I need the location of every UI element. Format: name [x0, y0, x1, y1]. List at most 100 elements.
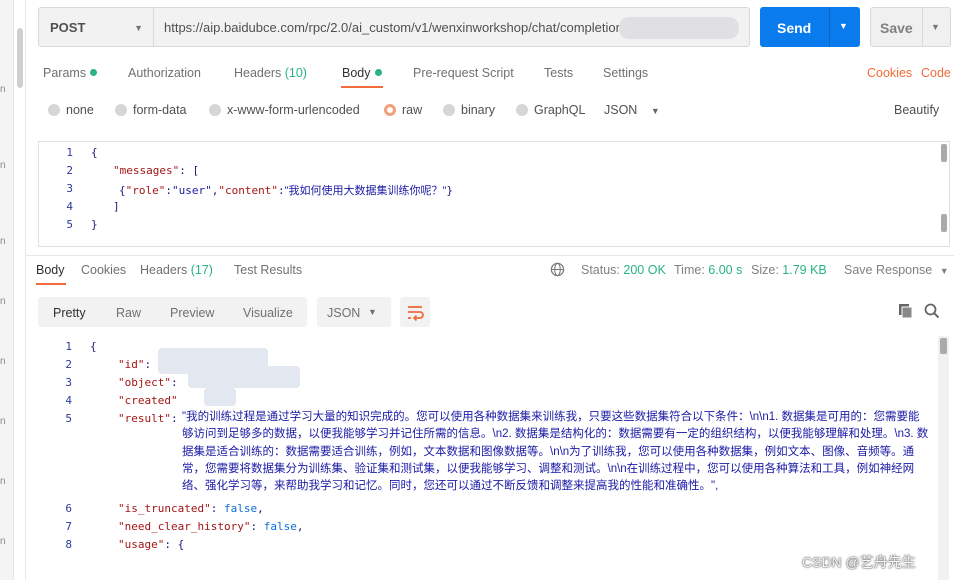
code-link[interactable]: Code: [921, 66, 951, 80]
status-dot-icon: [374, 69, 382, 76]
tab-response-headers[interactable]: Headers (17): [140, 263, 213, 277]
copy-icon[interactable]: [897, 302, 915, 320]
json-key: "object": [118, 376, 171, 389]
view-raw[interactable]: Raw: [116, 306, 141, 320]
tab-headers[interactable]: Headers (10): [234, 66, 307, 80]
tab-label: Body: [36, 263, 65, 277]
sidebar-mark: n: [0, 476, 6, 487]
cookies-link[interactable]: Cookies: [867, 66, 912, 80]
divider: [922, 8, 923, 46]
wrap-lines-button[interactable]: [400, 297, 430, 327]
tab-label: Authorization: [128, 66, 201, 80]
code-line: "need_clear_history": false,: [118, 520, 304, 533]
radio-form-data[interactable]: form-data: [115, 103, 187, 117]
tab-response-body[interactable]: Body: [36, 263, 65, 277]
radio-raw[interactable]: raw: [384, 103, 422, 117]
active-tab-indicator: [36, 283, 66, 285]
editor-scrollbar[interactable]: [941, 144, 947, 162]
view-preview[interactable]: Preview: [170, 306, 214, 320]
sidebar-mark: n: [0, 296, 6, 307]
line-number: 6: [65, 502, 72, 515]
tab-settings[interactable]: Settings: [603, 66, 648, 80]
radio-label: form-data: [133, 103, 187, 117]
beautify-label: Beautify: [894, 103, 940, 117]
code-line: "messages": [: [113, 164, 199, 177]
sidebar-mark: n: [0, 416, 6, 427]
sidebar-scroll-panel[interactable]: [14, 0, 26, 580]
redacted-value: [204, 388, 236, 406]
url-input[interactable]: https://aip.baidubce.com/rpc/2.0/ai_cust…: [153, 7, 750, 47]
method-select[interactable]: POST ▼: [38, 7, 154, 47]
code-line: }: [91, 218, 98, 231]
json-key: "usage": [118, 538, 165, 551]
status-value: 200 OK: [623, 263, 666, 277]
json-key: "role": [125, 184, 166, 197]
radio-urlencoded[interactable]: x-www-form-urlencoded: [209, 103, 360, 117]
sidebar-mark: n: [0, 536, 6, 547]
radio-graphql[interactable]: GraphQL: [516, 103, 585, 117]
tab-test-results[interactable]: Test Results: [234, 263, 302, 277]
code-line: "is_truncated": false,: [118, 502, 264, 515]
headers-count: (10): [284, 66, 307, 80]
format-select[interactable]: JSON ▼: [604, 103, 660, 117]
divider: [829, 7, 830, 47]
response-body-viewer[interactable]: 1 2 3 4 5 6 7 8 { "id": "object": "creat…: [38, 336, 950, 580]
chevron-down-icon[interactable]: ▼: [931, 22, 940, 32]
tab-tests[interactable]: Tests: [544, 66, 573, 80]
code-line: "id":: [118, 358, 152, 371]
radio-icon: [115, 104, 127, 116]
send-button[interactable]: Send ▼: [760, 7, 860, 47]
save-label: Save: [880, 20, 913, 36]
line-number: 1: [65, 340, 72, 353]
radio-label: none: [66, 103, 94, 117]
tab-body[interactable]: Body: [342, 66, 382, 80]
code-line: {"role":"user","content":"我如何使用大数据集训练你呢？…: [119, 184, 454, 197]
sidebar-scrollbar[interactable]: [17, 28, 23, 88]
request-body-editor[interactable]: 1 2 3 4 5 { "messages": [ {"role":"user"…: [38, 141, 950, 247]
radio-label: binary: [461, 103, 496, 117]
line-number: 4: [65, 394, 72, 407]
code-line: ]: [113, 200, 120, 213]
status-dot-icon: [90, 69, 98, 76]
response-format-select[interactable]: JSON ▼: [317, 297, 391, 327]
save-response-button[interactable]: Save Response ▼: [844, 263, 949, 277]
tab-params[interactable]: Params: [43, 66, 98, 80]
sidebar-mark: n: [0, 84, 6, 95]
beautify-link[interactable]: Beautify: [894, 103, 939, 117]
line-number: 5: [66, 218, 73, 231]
request-tabs: Params Authorization Headers (10) Body P…: [43, 66, 953, 88]
method-label: POST: [50, 20, 86, 35]
sidebar-strip: n n n n n n n n: [0, 0, 14, 580]
send-label: Send: [777, 20, 812, 36]
line-number: 1: [66, 146, 73, 159]
radio-none[interactable]: none: [48, 103, 94, 117]
tab-authorization[interactable]: Authorization: [128, 66, 201, 80]
json-key: "id": [118, 358, 145, 371]
search-icon[interactable]: [923, 302, 941, 320]
tab-label: Cookies: [81, 263, 127, 277]
view-visualize[interactable]: Visualize: [243, 306, 293, 320]
line-number: 3: [65, 376, 72, 389]
sidebar-mark: n: [0, 356, 6, 367]
view-pretty[interactable]: Pretty: [53, 306, 86, 320]
tab-label: Tests: [544, 66, 574, 80]
json-key: "need_clear_history": [118, 520, 251, 533]
response-scrollbar[interactable]: [938, 336, 949, 580]
radio-selected-icon: [384, 104, 396, 116]
chevron-down-icon: ▼: [368, 307, 377, 317]
json-key: "content": [218, 184, 278, 197]
tab-prerequest-script[interactable]: Pre-request Script: [413, 66, 514, 80]
save-button[interactable]: Save ▼: [870, 7, 951, 47]
scrollbar-thumb[interactable]: [940, 338, 947, 354]
globe-icon[interactable]: [550, 262, 565, 277]
radio-binary[interactable]: binary: [443, 103, 495, 117]
headers-count: (17): [190, 263, 213, 277]
sidebar-mark: n: [0, 160, 6, 171]
editor-scrollbar[interactable]: [941, 214, 947, 232]
tab-label: Headers: [140, 263, 188, 277]
sidebar-mark: n: [0, 236, 6, 247]
chevron-down-icon[interactable]: ▼: [839, 21, 848, 31]
size-readout: Size: 1.79 KB: [751, 263, 827, 277]
tab-response-cookies[interactable]: Cookies: [81, 263, 126, 277]
chevron-down-icon: ▼: [939, 266, 949, 276]
